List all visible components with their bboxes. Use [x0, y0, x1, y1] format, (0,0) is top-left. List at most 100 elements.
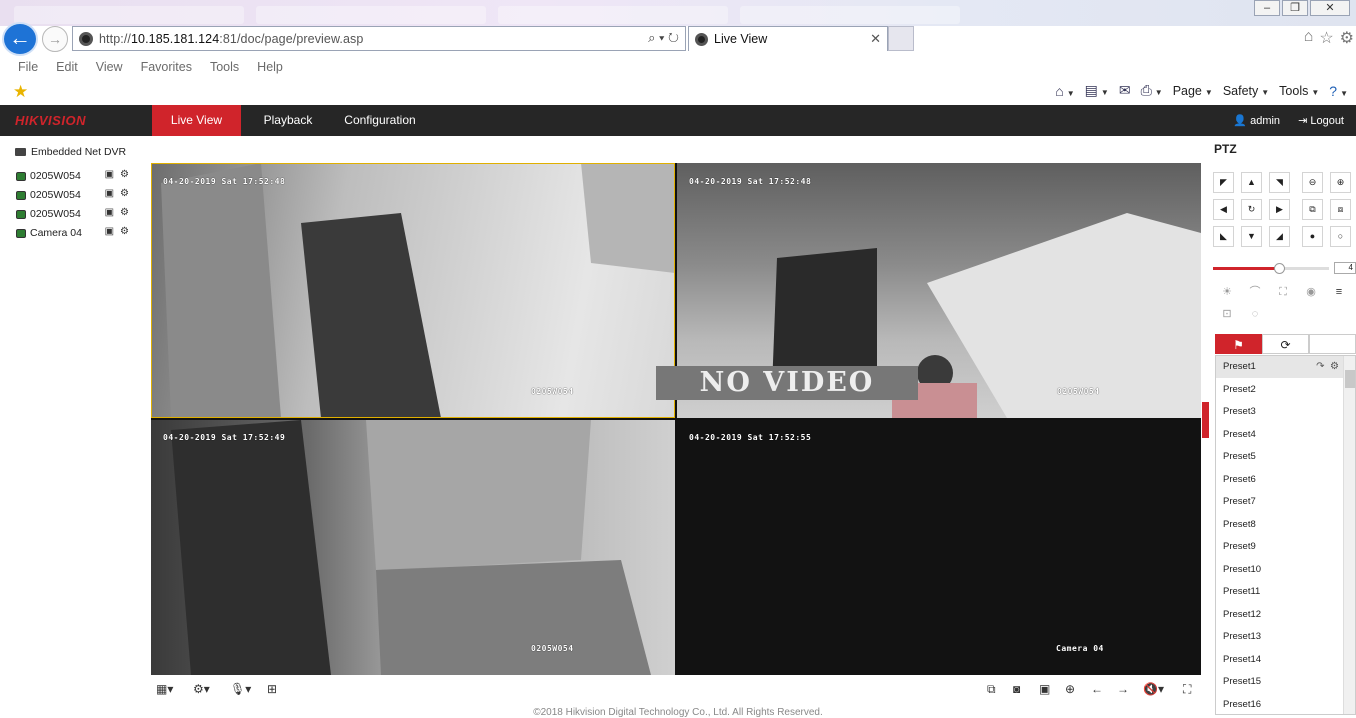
3d-positioning-icon[interactable]: ◌ — [1241, 304, 1269, 324]
menu-view[interactable]: View — [96, 60, 123, 74]
ptz-up-left-icon[interactable]: ◤ — [1213, 172, 1234, 193]
call-preset-icon[interactable]: ↷ — [1316, 361, 1324, 372]
video-tile-1[interactable]: 04-20-2019 Sat 17:52:48 0205W054 — [151, 163, 675, 418]
address-tools[interactable]: ⌕ ▾ ↻ — [648, 30, 679, 46]
tab-playback[interactable]: Playback — [250, 105, 326, 136]
dvr-root[interactable]: Embedded Net DVR — [15, 146, 126, 158]
fullscreen-icon[interactable]: ⛶ — [1183, 682, 1191, 697]
lens-init-icon[interactable]: ◉ — [1297, 282, 1325, 302]
zoom-out-icon[interactable]: ⊖ — [1302, 172, 1323, 193]
preset-item[interactable]: Preset7 — [1216, 491, 1343, 513]
ptz-up-right-icon[interactable]: ◥ — [1269, 172, 1290, 193]
record-icon[interactable]: ▣ — [105, 188, 114, 199]
menu-file[interactable]: File — [18, 60, 38, 74]
back-arrow-icon[interactable]: ← — [2, 22, 38, 56]
ptz-speed-knob[interactable] — [1274, 263, 1286, 274]
preset-item[interactable]: Preset12 — [1216, 604, 1343, 626]
preset-item[interactable]: Preset8 — [1216, 514, 1343, 536]
ptz-down-right-icon[interactable]: ◢ — [1269, 226, 1290, 247]
page-menu[interactable]: Page ▼ — [1173, 84, 1213, 98]
new-tab-button[interactable] — [888, 26, 914, 51]
preset-item[interactable]: Preset13 — [1216, 626, 1343, 648]
preset-item[interactable]: Preset11 — [1216, 581, 1343, 603]
tab-pattern[interactable] — [1309, 334, 1356, 354]
tab-configuration[interactable]: Configuration — [336, 105, 424, 136]
video-tile-3[interactable]: 04-20-2019 Sat 17:52:49 0205W054 — [151, 420, 675, 675]
preset-item[interactable]: Preset4 — [1216, 424, 1343, 446]
mail-icon[interactable]: ✉ — [1119, 82, 1131, 99]
menu-favorites[interactable]: Favorites — [141, 60, 192, 74]
record-icon[interactable]: ▣ — [1039, 682, 1050, 696]
home-icon[interactable]: ⌂ — [1304, 28, 1314, 48]
ptz-down-icon[interactable]: ▼ — [1241, 226, 1262, 247]
zoom-in-icon[interactable]: ⊕ — [1330, 172, 1351, 193]
preset-scroll-thumb[interactable] — [1345, 370, 1355, 388]
logout-button[interactable]: ⇥ Logout — [1298, 114, 1344, 127]
digital-zoom-icon[interactable]: ⊕ — [1065, 682, 1075, 696]
safety-menu[interactable]: Safety ▼ — [1223, 84, 1269, 98]
favorites-star-icon[interactable]: ☆ — [1319, 28, 1333, 48]
tools-menu[interactable]: Tools ▼ — [1279, 84, 1319, 98]
tab-live-view[interactable]: Live View — [152, 105, 241, 136]
stop-all-icon[interactable]: ⧉ — [987, 682, 996, 697]
iris-close-icon[interactable]: ● — [1302, 226, 1323, 247]
stream-type-icon[interactable]: ⚙ — [120, 169, 129, 180]
set-preset-gear-icon[interactable]: ⚙ — [1330, 361, 1339, 372]
ptz-speed-slider[interactable] — [1213, 263, 1329, 274]
home-icon[interactable]: ⌂ ▼ — [1055, 83, 1074, 99]
record-icon[interactable]: ▣ — [105, 207, 114, 218]
print-icon[interactable]: ⎙ ▼ — [1141, 82, 1163, 99]
microphone-icon[interactable]: 🎙▾ — [230, 682, 251, 696]
stream-type-icon[interactable]: ⚙ — [120, 207, 129, 218]
preset-item[interactable]: Preset6 — [1216, 469, 1343, 491]
regional-focus-icon[interactable]: ⊡ — [1213, 304, 1241, 324]
forward-arrow-icon[interactable]: → — [42, 26, 68, 52]
settings-gear-icon[interactable]: ⚙ — [1340, 28, 1354, 48]
menu-icon[interactable]: ≡ — [1325, 282, 1353, 302]
camera-item[interactable]: 0205W054 ▣ ⚙ — [16, 169, 134, 183]
active-browser-tab[interactable]: Live View ✕ — [688, 26, 888, 51]
tab-presets-flag-icon[interactable]: ⚑ — [1215, 334, 1262, 354]
capture-icon[interactable]: ◙ — [1013, 682, 1020, 696]
preset-item[interactable]: Preset1 ↷ ⚙ — [1216, 356, 1343, 378]
close-window-button[interactable]: ✕ — [1310, 0, 1350, 16]
record-icon[interactable]: ▣ — [105, 226, 114, 237]
restore-button[interactable]: ❐ — [1282, 0, 1308, 16]
video-tile-4[interactable]: 04-20-2019 Sat 17:52:55 Camera 04 — [677, 420, 1201, 675]
channel-zero-icon[interactable]: ⊞ — [267, 682, 277, 696]
ptz-up-icon[interactable]: ▲ — [1241, 172, 1262, 193]
stream-type-icon[interactable]: ⚙ — [120, 188, 129, 199]
layout-grid-icon[interactable]: ▦▾ — [156, 682, 173, 696]
menu-tools[interactable]: Tools — [210, 60, 239, 74]
preset-item[interactable]: Preset9 — [1216, 536, 1343, 558]
tab-patrol-icon[interactable]: ⟳ — [1262, 334, 1309, 354]
light-icon[interactable]: ☀ — [1213, 282, 1241, 302]
stream-type-icon[interactable]: ⚙▾ — [193, 682, 210, 696]
ptz-down-left-icon[interactable]: ◣ — [1213, 226, 1234, 247]
preset-item[interactable]: Preset10 — [1216, 559, 1343, 581]
help-icon[interactable]: ? ▼ — [1329, 83, 1348, 99]
add-favorite-star-icon[interactable]: ★ — [13, 82, 28, 102]
preset-item[interactable]: Preset15 — [1216, 671, 1343, 693]
ptz-collapse-handle[interactable] — [1202, 402, 1209, 438]
camera-item[interactable]: 0205W054 ▣ ⚙ — [16, 207, 134, 221]
wiper-icon[interactable]: ⌒ — [1241, 282, 1269, 302]
preset-item[interactable]: Preset3 — [1216, 401, 1343, 423]
camera-item[interactable]: 0205W054 ▣ ⚙ — [16, 188, 134, 202]
ptz-auto-icon[interactable]: ↻ — [1241, 199, 1262, 220]
record-icon[interactable]: ▣ — [105, 169, 114, 180]
camera-item[interactable]: Camera 04 ▣ ⚙ — [16, 226, 134, 240]
minimize-button[interactable]: – — [1254, 0, 1280, 16]
preset-item[interactable]: Preset14 — [1216, 649, 1343, 671]
preset-item[interactable]: Preset16 — [1216, 694, 1343, 715]
preset-scrollbar[interactable] — [1343, 356, 1355, 714]
iris-open-icon[interactable]: ○ — [1330, 226, 1351, 247]
next-page-icon[interactable]: → — [1117, 682, 1129, 696]
ptz-left-icon[interactable]: ◀ — [1213, 199, 1234, 220]
user-account[interactable]: 👤 admin — [1233, 114, 1280, 127]
preset-item[interactable]: Preset2 — [1216, 379, 1343, 401]
menu-help[interactable]: Help — [257, 60, 283, 74]
volume-icon[interactable]: 🔇▾ — [1143, 682, 1164, 696]
stream-type-icon[interactable]: ⚙ — [120, 226, 129, 237]
focus-near-icon[interactable]: ⧉ — [1302, 199, 1323, 220]
